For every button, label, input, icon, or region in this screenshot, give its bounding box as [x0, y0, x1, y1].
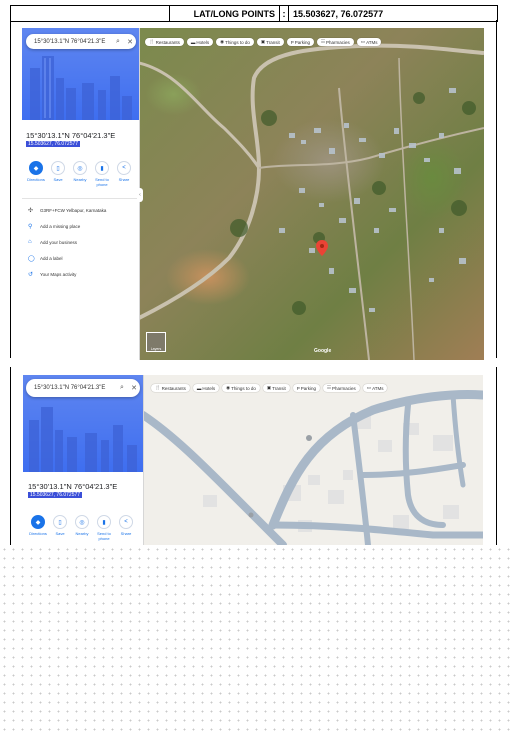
place-hero-image: 15°30'13.1"N 76°04'21.3"E ⌕ ✕	[22, 28, 139, 120]
location-pin[interactable]	[316, 240, 328, 256]
pharmacy-icon: ☷	[320, 39, 326, 44]
place-marker-icon[interactable]	[306, 435, 312, 441]
share-icon: <	[117, 161, 131, 175]
nearby-button[interactable]: ◎ Nearby	[71, 515, 93, 541]
search-icon[interactable]: ⌕	[112, 38, 124, 46]
collapse-panel-button[interactable]: ‹	[137, 188, 143, 202]
place-hero-image-2: 15°30'13.1"N 76°04'21.3"E ⌕ ✕	[23, 375, 143, 472]
chip-parking[interactable]: P Parking	[286, 38, 314, 46]
search-input[interactable]: 15°30'13.1"N 76°04'21.3"E	[34, 39, 112, 45]
lat-long-value: 15.503627, 76.072577	[293, 8, 384, 19]
store-icon: ⌂	[28, 239, 32, 245]
fork-knife-icon: 🍴	[155, 385, 161, 390]
parking-icon: P	[290, 39, 294, 45]
satellite-roads	[139, 43, 484, 360]
map-roads	[143, 390, 483, 545]
screenshot2: 🍴 Restaurants ▬ Hotels ◉ Things to do ▣ Tran…	[23, 375, 483, 545]
road-map[interactable]: 🍴 Restaurants ▬ Hotels ◉ Things to do ▣ Tran…	[143, 375, 483, 545]
chip-hotels[interactable]: ▬ Hotels	[192, 384, 220, 392]
search-input-2[interactable]: 15°30'13.1"N 76°04'21.3"E	[34, 385, 116, 391]
place-panel: 15°30'13.1"N 76°04'21.3"E ⌕ ✕ 15°30'13.1…	[22, 28, 140, 360]
atm-icon: ▭	[360, 39, 366, 44]
send-to-phone-button[interactable]: ▮ Send to phone	[91, 161, 113, 187]
pin-icon: ⚲	[28, 224, 33, 230]
bookmark-icon: ▯	[51, 161, 65, 175]
add-label-row[interactable]: ◯ Add a label	[28, 255, 63, 262]
panel-divider	[22, 198, 139, 199]
plus-code-icon: ✣	[28, 208, 34, 214]
share-button[interactable]: < Share	[115, 515, 137, 541]
place-title-2: 15°30'13.1"N 76°04'21.3"E	[28, 482, 118, 491]
save-button[interactable]: ▯ Save	[49, 515, 71, 541]
chevron-left-icon: ‹	[139, 192, 141, 198]
chip-atms[interactable]: ▭ ATMs	[356, 38, 382, 46]
screenshot1: 🍴 Restaurants ▬ Hotels ◉ Things to do ▣ Tran…	[22, 28, 484, 360]
share-button[interactable]: < Share	[113, 161, 135, 187]
chip-things-to-do[interactable]: ◉ Things to do	[216, 38, 254, 46]
nearby-icon: ◎	[73, 161, 87, 175]
plus-code-row[interactable]: ✣ G3RF+FCW Yelbapur, Karnataka	[28, 207, 106, 214]
chip-pharmacies[interactable]: ☷ Pharmacies	[316, 38, 354, 46]
chip-parking[interactable]: P Parking	[292, 384, 320, 392]
chip-restaurants[interactable]: 🍴 Restaurants	[145, 38, 184, 46]
place-panel-2: 15°30'13.1"N 76°04'21.3"E ⌕ ✕ 15°30'13.1…	[23, 375, 144, 545]
add-business-row[interactable]: ⌂ Add your business	[28, 239, 77, 245]
add-missing-place-row[interactable]: ⚲ Add a missing place	[28, 223, 80, 230]
chip-restaurants[interactable]: 🍴 Restaurants	[151, 384, 190, 392]
bus-icon: ▣	[266, 385, 272, 390]
directions-icon: ◆	[29, 161, 43, 175]
action-bar-2: ◆ Directions ▯ Save ◎ Nearby ▮ Send to phone…	[27, 515, 137, 541]
chip-transit[interactable]: ▣ Transit	[262, 384, 290, 392]
label-icon: ◯	[28, 256, 35, 262]
table-blank-cell	[11, 6, 170, 21]
nearby-icon: ◎	[75, 515, 89, 529]
place-marker-icon-2[interactable]	[248, 512, 254, 518]
atm-icon: ▭	[366, 385, 372, 390]
lat-long-label: LAT/LONG POINTS	[170, 6, 280, 21]
directions-icon: ◆	[31, 515, 45, 529]
save-button[interactable]: ▯ Save	[47, 161, 69, 187]
search-box[interactable]: 15°30'13.1"N 76°04'21.3"E ⌕ ✕	[26, 34, 136, 49]
place-title: 15°30'13.1"N 76°04'21.3"E	[26, 131, 116, 140]
bus-icon: ▣	[260, 39, 266, 44]
chip-things-to-do[interactable]: ◉ Things to do	[222, 384, 260, 392]
category-chips-2: 🍴 Restaurants ▬ Hotels ◉ Things to do ▣ Tran…	[151, 384, 388, 392]
bookmark-icon: ▯	[53, 515, 67, 529]
dotted-background	[0, 545, 510, 731]
directions-button[interactable]: ◆ Directions	[27, 515, 49, 541]
send-to-phone-button[interactable]: ▮ Send to phone	[93, 515, 115, 541]
close-icon[interactable]: ✕	[124, 38, 136, 46]
satellite-map[interactable]: 🍴 Restaurants ▬ Hotels ◉ Things to do ▣ Tran…	[139, 28, 484, 360]
maps-activity-row[interactable]: ↺ Your Maps activity	[28, 271, 76, 278]
camera-icon: ◉	[226, 385, 231, 390]
search-box-2[interactable]: 15°30'13.1"N 76°04'21.3"E ⌕ ✕	[26, 379, 140, 397]
nearby-button[interactable]: ◎ Nearby	[69, 161, 91, 187]
place-subtitle-2: 15.503627, 76.072577	[28, 492, 83, 498]
phone-icon: ▮	[97, 515, 111, 529]
camera-icon: ◉	[220, 39, 225, 44]
bed-icon: ▬	[196, 385, 202, 391]
chip-hotels[interactable]: ▬ Hotels	[186, 38, 214, 46]
bed-icon: ▬	[190, 39, 196, 45]
chip-pharmacies[interactable]: ☷ Pharmacies	[322, 384, 360, 392]
place-subtitle: 15.503627, 76.072577	[26, 141, 81, 147]
layers-button[interactable]: Layers	[146, 332, 166, 352]
directions-button[interactable]: ◆ Directions	[25, 161, 47, 187]
search-icon[interactable]: ⌕	[116, 384, 128, 392]
fork-knife-icon: 🍴	[149, 39, 155, 44]
pharmacy-icon: ☷	[326, 385, 332, 390]
phone-icon: ▮	[95, 161, 109, 175]
history-icon: ↺	[28, 272, 34, 278]
google-logo: Google	[314, 348, 332, 354]
parking-icon: P	[296, 385, 300, 391]
share-icon: <	[119, 515, 133, 529]
action-bar: ◆ Directions ▯ Save ◎ Nearby ▮ Send to phone…	[25, 161, 135, 187]
close-icon[interactable]: ✕	[128, 384, 140, 392]
chip-atms[interactable]: ▭ ATMs	[362, 384, 388, 392]
category-chips: 🍴 Restaurants ▬ Hotels ◉ Things to do ▣ Tran…	[145, 38, 382, 46]
lat-long-separator: :	[280, 6, 289, 21]
chip-transit[interactable]: ▣ Transit	[256, 38, 284, 46]
